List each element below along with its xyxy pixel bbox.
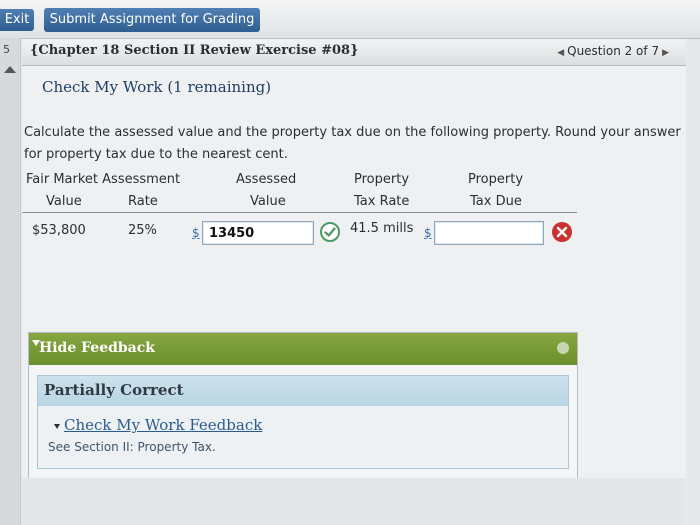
feedback-result-box: Partially Correct Check My Work Feedback… [37, 375, 569, 469]
result-banner: Partially Correct [38, 376, 568, 406]
chapter-title: {Chapter 18 Section II Review Exercise #… [30, 43, 359, 58]
header-rate: Rate [128, 194, 158, 209]
feedback-options-icon[interactable] [557, 342, 569, 354]
question-line-1: Calculate the assessed value and the pro… [24, 125, 681, 140]
assessed-value-input[interactable]: 13450 [202, 221, 314, 245]
exit-button[interactable]: Exit [0, 9, 34, 31]
header-fair-market-assessment: Fair Market Assessment [26, 172, 181, 187]
check-my-work-label[interactable]: Check My Work (1 remaining) [42, 78, 271, 96]
header-tax-rate: Tax Rate [354, 194, 410, 209]
tax-due-input[interactable] [434, 221, 544, 245]
previous-question-icon[interactable]: ◀ [557, 48, 564, 58]
question-navigator: ◀ Question 2 of 7 ▶ [554, 44, 672, 58]
header-property-tax-due: Property [468, 172, 524, 187]
chapter-header: {Chapter 18 Section II Review Exercise #… [22, 39, 686, 66]
assessment-rate: 25% [128, 223, 157, 238]
question-panel: Check My Work (1 remaining) Calculate th… [22, 66, 686, 525]
tax-due-currency: $ [424, 226, 432, 240]
assessed-value-currency: $ [192, 226, 200, 240]
incorrect-x-icon [552, 222, 572, 242]
lower-area [22, 478, 686, 525]
question-position: Question 2 of 7 [567, 44, 660, 58]
header-tax-due: Tax Due [470, 194, 522, 209]
submit-assignment-button[interactable]: Submit Assignment for Grading [44, 8, 260, 32]
expand-triangle-icon [54, 424, 60, 429]
fair-market-value: $53,800 [32, 223, 86, 238]
question-line-2: for property tax due to the nearest cent… [24, 147, 288, 162]
result-title: Partially Correct [44, 381, 184, 399]
top-toolbar: Exit Submit Assignment for Grading [0, 0, 700, 39]
feedback-header[interactable]: Hide Feedback [29, 333, 577, 365]
left-navigation-strip: 5 [0, 38, 21, 525]
collapse-up-icon[interactable] [4, 66, 16, 73]
header-divider [22, 212, 577, 213]
strip-number: 5 [3, 43, 10, 56]
feedback-hint: See Section II: Property Tax. [48, 440, 216, 454]
correct-check-icon [320, 222, 340, 242]
header-assessed-value: Value [250, 194, 286, 209]
question-text: Calculate the assessed value and the pro… [22, 122, 686, 166]
header-assessed: Assessed [236, 172, 297, 187]
property-tax-rate-value: 41.5 mills [350, 221, 414, 236]
hide-feedback-toggle[interactable]: Hide Feedback [39, 340, 155, 356]
check-my-work-feedback-link[interactable]: Check My Work Feedback [64, 416, 262, 434]
feedback-panel: Hide Feedback Partially Correct Check My… [28, 332, 578, 480]
header-value: Value [46, 194, 82, 209]
header-property-tax-rate: Property [354, 172, 410, 187]
next-question-icon[interactable]: ▶ [662, 48, 669, 58]
